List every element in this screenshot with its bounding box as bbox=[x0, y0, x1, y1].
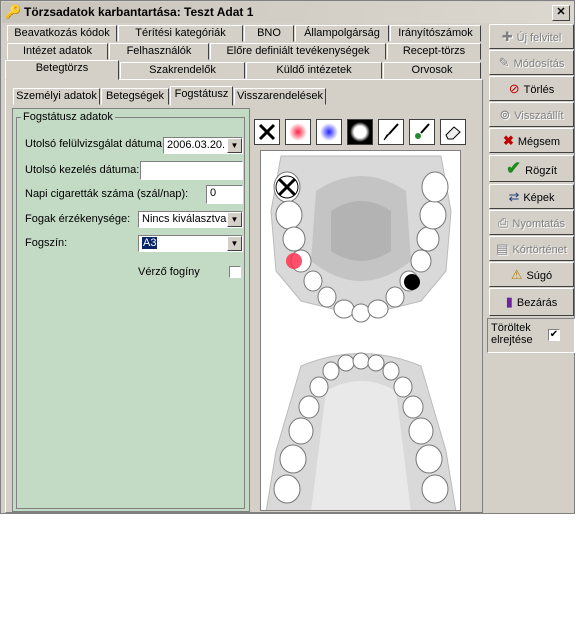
tab-allampolgarsag[interactable]: Állampolgárság bbox=[295, 25, 389, 42]
history-label: Kórtörténet bbox=[512, 244, 567, 256]
tab-orvosok[interactable]: Orvosok bbox=[383, 62, 481, 79]
tab-beavatkozas-kodok[interactable]: Beavatkozás kódok bbox=[7, 25, 117, 42]
sensitivity-value: Nincs kiválasztva bbox=[142, 213, 227, 225]
tab-szakrendelok[interactable]: Szakrendelők bbox=[120, 62, 245, 79]
close-label: Bezárás bbox=[516, 297, 558, 309]
tab-teritesi-kategoriak[interactable]: Térítési kategóriák bbox=[118, 25, 243, 42]
last-check-date-field[interactable]: 2006.03.20. ▼ bbox=[163, 137, 243, 154]
tab-betegtorzs[interactable]: Betegtörzs bbox=[5, 60, 119, 80]
images-button[interactable]: ⇄ Képek bbox=[489, 184, 574, 209]
images-label: Képek bbox=[523, 192, 555, 204]
dental-chart[interactable] bbox=[260, 150, 461, 511]
cross-tool-icon[interactable] bbox=[254, 119, 280, 145]
sensitivity-label: Fogak érzékenysége: bbox=[25, 213, 131, 225]
title-bar: 🔑 Törzsadatok karbantartása: Teszt Adat … bbox=[2, 2, 574, 23]
chevron-down-icon[interactable]: ▼ bbox=[227, 138, 242, 153]
fieldset-legend: Fogstátusz adatok bbox=[21, 111, 115, 123]
checkmark-icon: ✔ bbox=[506, 158, 522, 178]
last-treatment-date-field[interactable] bbox=[140, 161, 243, 180]
sensitivity-select[interactable]: Nincs kiválasztva ▼ bbox=[138, 211, 243, 228]
close-button[interactable]: ▮ Bezárás bbox=[489, 288, 574, 316]
tab-intezet-adatok[interactable]: Intézet adatok bbox=[7, 43, 108, 60]
bleeding-label: Vérző fogíny bbox=[138, 266, 200, 278]
history-button[interactable]: ▤ Kórtörténet bbox=[489, 236, 574, 261]
document-icon: ▤ bbox=[496, 241, 509, 256]
tab-elore-definialt[interactable]: Előre definiált tevékenységek bbox=[210, 43, 386, 60]
key-icon: 🔑 bbox=[5, 4, 22, 19]
blue-dot-tool-icon[interactable] bbox=[316, 119, 342, 145]
brush-tool-icon[interactable] bbox=[378, 119, 404, 145]
subtab-betegsegek[interactable]: Betegségek bbox=[101, 88, 169, 105]
restore-label: Visszaállít bbox=[514, 110, 564, 122]
lock-icon: ⊚ bbox=[499, 107, 511, 122]
cigarettes-label: Napi cigaretták száma (szál/nap): bbox=[25, 188, 189, 200]
chevron-down-icon[interactable]: ▼ bbox=[227, 212, 242, 227]
last-treatment-label: Utolsó kezelés dátuma: bbox=[25, 164, 140, 176]
hide-deleted-frame: Töröltek elrejtése ✔ bbox=[487, 318, 575, 353]
help-button[interactable]: ⚠ Súgó bbox=[489, 262, 574, 287]
delete-button[interactable]: ⊘ Törlés bbox=[489, 76, 574, 101]
tooth-color-select[interactable]: A3 ▼ bbox=[138, 235, 243, 252]
x-icon: ✖ bbox=[502, 133, 514, 148]
tab-felhasznalok[interactable]: Felhasználók bbox=[109, 43, 209, 60]
modify-label: Módosítás bbox=[513, 58, 565, 70]
new-record-button[interactable]: ✚ Új felvitel bbox=[489, 24, 574, 49]
edit-icon: ✎ bbox=[498, 55, 510, 70]
hide-deleted-checkbox[interactable]: ✔ bbox=[548, 329, 560, 341]
images-icon: ⇄ bbox=[508, 189, 520, 204]
tooth-color-value: A3 bbox=[142, 237, 158, 249]
save-label: Rögzít bbox=[525, 165, 557, 177]
new-record-label: Új felvitel bbox=[516, 32, 562, 44]
cancel-button[interactable]: ✖ Mégsem bbox=[489, 128, 574, 153]
red-dot-tool-icon[interactable] bbox=[285, 119, 311, 145]
close-window-button[interactable]: ✕ bbox=[552, 5, 570, 21]
plus-icon: ✚ bbox=[501, 29, 513, 44]
chevron-down-icon[interactable]: ▼ bbox=[227, 236, 242, 251]
save-button[interactable]: ✔ Rögzít bbox=[489, 155, 574, 182]
eraser-tool-icon[interactable] bbox=[440, 119, 466, 145]
subtab-fogstatusz[interactable]: Fogstátusz bbox=[170, 86, 233, 106]
subtab-szemelyi-adatok[interactable]: Személyi adatok bbox=[13, 88, 100, 105]
delete-label: Törlés bbox=[523, 84, 555, 96]
help-icon: ⚠ bbox=[510, 267, 523, 282]
cigarettes-field[interactable]: 0 bbox=[206, 185, 243, 204]
white-dot-tool-icon[interactable] bbox=[347, 119, 373, 145]
door-icon: ▮ bbox=[505, 294, 513, 309]
printer-icon: ⎙ bbox=[498, 215, 509, 230]
window-title: Törzsadatok karbantartása: Teszt Adat 1 bbox=[24, 5, 254, 19]
help-label: Súgó bbox=[526, 270, 553, 282]
green-brush-tool-icon[interactable] bbox=[409, 119, 435, 145]
cancel-label: Mégsem bbox=[517, 136, 561, 148]
modify-button[interactable]: ✎ Módosítás bbox=[489, 50, 574, 75]
tab-kuldo-intezetek[interactable]: Küldő intézetek bbox=[246, 62, 382, 79]
restore-button[interactable]: ⊚ Visszaállít bbox=[489, 102, 574, 127]
no-entry-icon: ⊘ bbox=[508, 81, 520, 96]
print-button[interactable]: ⎙ Nyomtatás bbox=[489, 210, 574, 235]
hide-deleted-label: Töröltek elrejtése bbox=[491, 322, 533, 346]
bleeding-checkbox[interactable] bbox=[229, 266, 241, 278]
last-check-label: Utolsó felülvizsgálat dátuma: bbox=[25, 138, 166, 150]
print-label: Nyomtatás bbox=[512, 218, 565, 230]
main-window: 🔑 Törzsadatok karbantartása: Teszt Adat … bbox=[0, 0, 575, 514]
tab-bno[interactable]: BNO bbox=[244, 25, 294, 42]
tooth-color-label: Fogszín: bbox=[25, 237, 68, 249]
tab-iranyitoszamok[interactable]: Irányítószámok bbox=[390, 25, 481, 42]
last-check-date-value: 2006.03.20. bbox=[167, 139, 226, 151]
tab-recept-torzs[interactable]: Recept-törzs bbox=[387, 43, 481, 60]
subtab-visszarendelesek[interactable]: Visszarendelések bbox=[234, 88, 326, 105]
